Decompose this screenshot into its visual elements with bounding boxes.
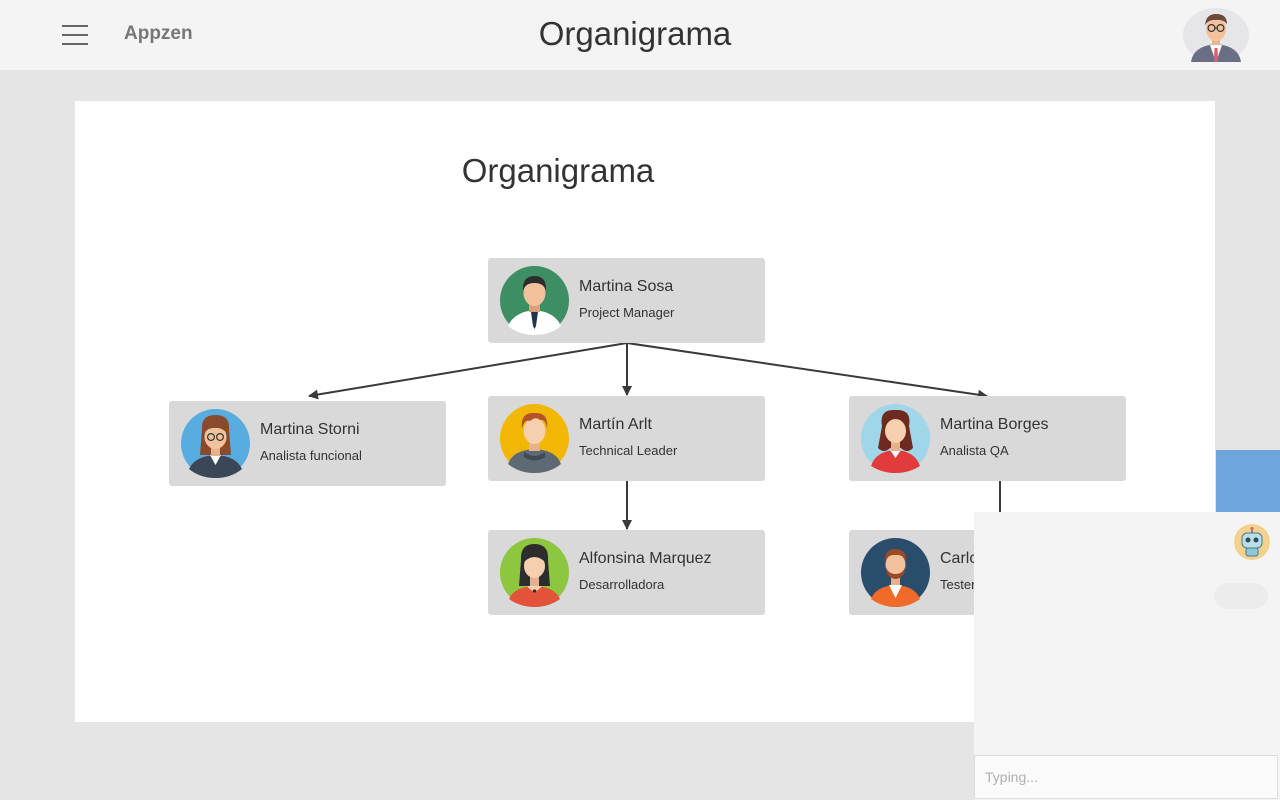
org-node-martina-sosa[interactable]: Martina Sosa Project Manager [488, 258, 765, 343]
org-node-alfonsina-marquez[interactable]: Alfonsina Marquez Desarrolladora [488, 530, 765, 615]
node-name: Martín Arlt [579, 416, 652, 433]
org-node-martina-borges[interactable]: Martina Borges Analista QA [849, 396, 1126, 481]
user-avatar[interactable] [1183, 8, 1249, 62]
node-role: Desarrolladora [579, 577, 665, 592]
person-avatar-icon [500, 266, 569, 335]
person-avatar-icon [861, 538, 930, 607]
org-node-martin-arlt[interactable]: Martín Arlt Technical Leader [488, 396, 765, 481]
chat-message-bubble [1214, 583, 1268, 609]
person-avatar-icon [500, 404, 569, 473]
chat-toggle-tab[interactable] [1216, 450, 1280, 512]
node-name: Martina Sosa [579, 278, 674, 295]
node-role: Analista QA [940, 443, 1009, 458]
person-avatar-icon [861, 404, 930, 473]
top-bar: Appzen Organigrama [0, 0, 1280, 70]
node-role: Project Manager [579, 305, 675, 320]
chat-panel [974, 512, 1280, 800]
node-name: Martina Borges [940, 416, 1049, 433]
robot-icon [1234, 524, 1270, 560]
org-node-martina-storni[interactable]: Martina Storni Analista funcional [169, 401, 446, 486]
node-role: Technical Leader [579, 443, 678, 458]
node-name: Martina Storni [260, 421, 360, 438]
chat-input[interactable] [974, 755, 1278, 799]
person-avatar-icon [181, 409, 250, 478]
org-chart-title: Organigrama [461, 152, 655, 189]
node-role: Analista funcional [260, 448, 362, 463]
page-title: Organigrama [538, 15, 732, 52]
node-name: Alfonsina Marquez [579, 550, 712, 567]
person-avatar-icon [500, 538, 569, 607]
